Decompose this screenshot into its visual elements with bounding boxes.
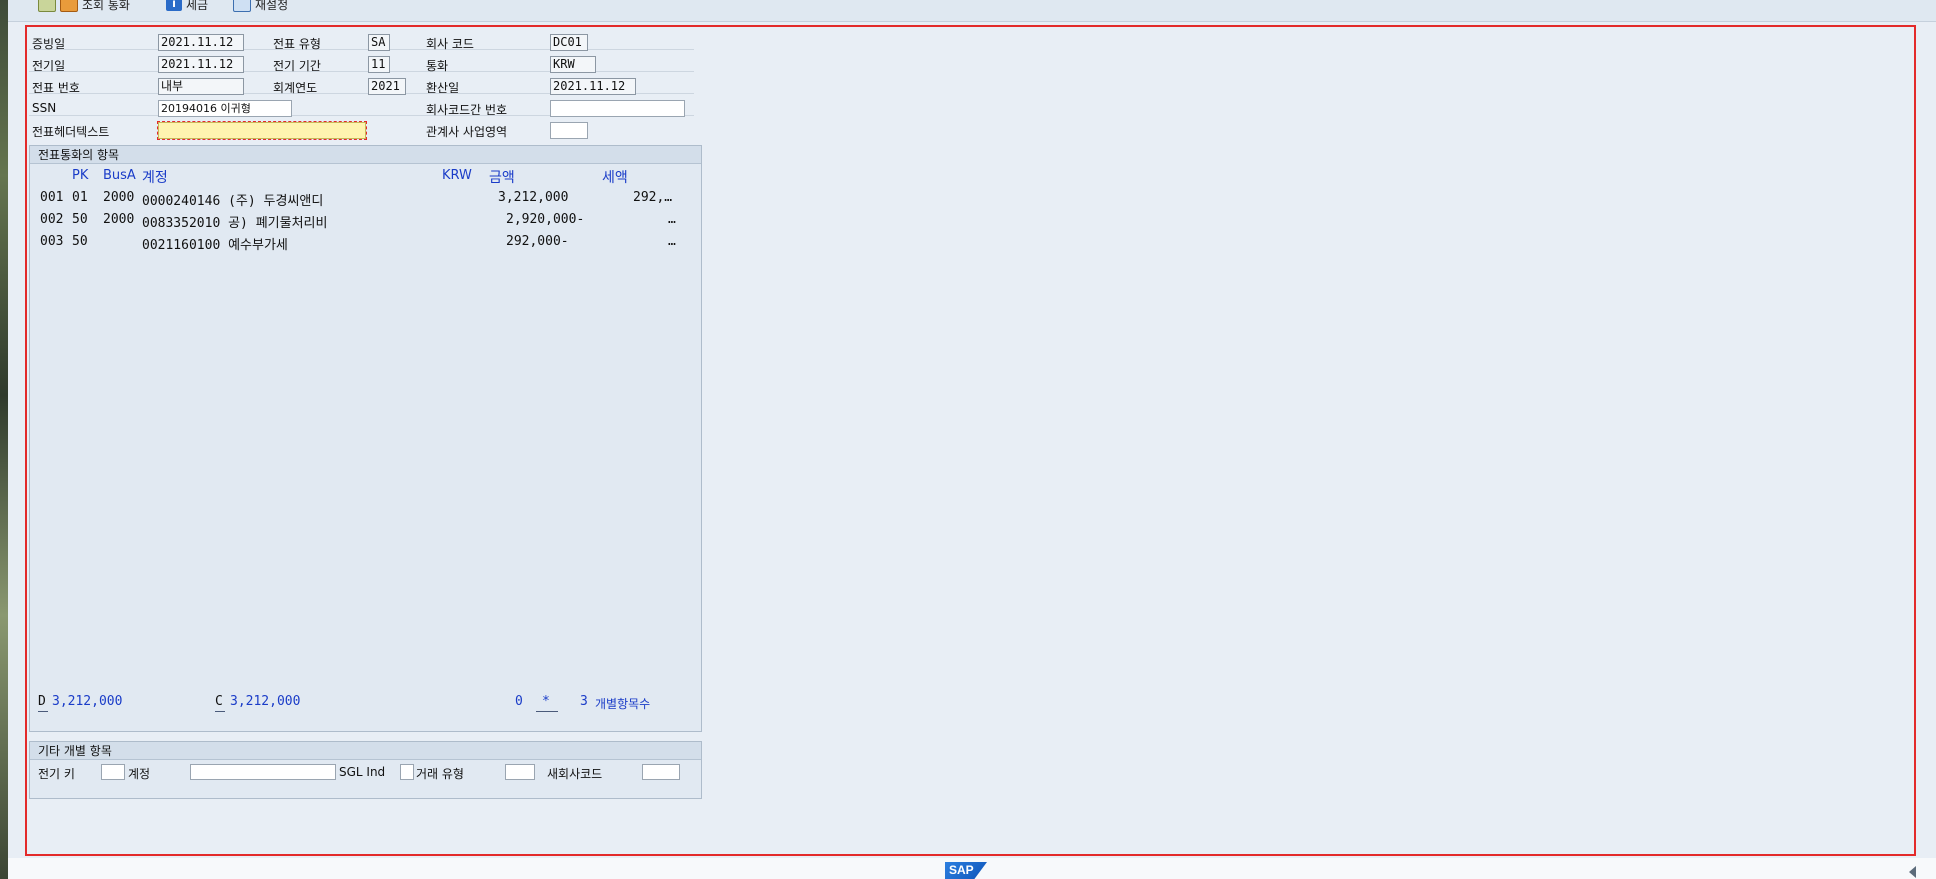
other-items-title: 기타 개별 항목 [30,742,701,760]
period-field[interactable]: 11 [368,56,390,73]
column-pk: PK [72,168,89,183]
query-currency-label: 조회 통화 [82,0,130,12]
item-busa: 2000 [103,190,135,205]
intercompany-label: 회사코드간 번호 [426,103,508,117]
item-tax: … [668,234,676,249]
item-no[interactable]: 001 [40,190,63,205]
row-divider [29,49,694,50]
company-code-field[interactable]: DC01 [550,34,588,51]
tax-label: 세금 [186,0,209,12]
item-count: 3 [580,694,588,709]
item-pk: 50 [72,234,88,249]
trans-type-field[interactable] [505,764,535,780]
main-frame: 증빙일 2021.11.12 전표 유형 SA 회사 코드 DC01 전기일 2… [25,25,1916,856]
partner-ba-label: 관계사 사업영역 [426,125,508,139]
item-amount: 3,212,000 [498,190,569,205]
column-tax: 세액 [602,170,628,186]
background-strip [0,0,8,879]
item-account[interactable]: 0021160100 예수부가세 [142,234,288,253]
item-no[interactable]: 002 [40,212,63,227]
item-amount: 2,920,000- [506,212,585,227]
currency-field[interactable]: KRW [550,56,596,73]
posting-date-field[interactable]: 2021.11.12 [158,56,244,73]
item-busa: 2000 [103,212,135,227]
column-krw: KRW [442,168,472,183]
reset-icon [233,0,251,12]
account-field[interactable] [190,764,336,780]
item-amount: 292,000- [506,234,569,249]
trans-type-label: 거래 유형 [416,767,464,781]
translation-date-field[interactable]: 2021.11.12 [550,78,636,95]
column-busa: BusA [103,168,136,183]
credit-total: 3,212,000 [230,694,301,709]
balance-status: * [542,694,550,709]
credit-label: C [215,694,223,709]
debit-underline [38,711,48,712]
posting-date-label: 전기일 [32,59,66,73]
collapse-icon[interactable] [1909,866,1916,878]
items-group: 전표통화의 항목 PK BusA 계정 KRW 금액 세액 001 01 200… [29,145,702,732]
column-amount: 금액 [489,170,515,186]
fiscal-year-label: 회계연도 [273,81,318,95]
ssn-label: SSN [32,101,57,115]
header-text-field[interactable] [157,121,367,140]
company-code-label: 회사 코드 [426,37,474,51]
doc-number-label: 전표 번호 [32,81,80,95]
intercompany-field[interactable] [550,100,685,117]
debit-label: D [38,694,46,709]
application-toolbar: 조회 통화 i 세금 재설정 [8,0,1936,22]
sgl-label: SGL Ind [339,765,386,779]
item-account[interactable]: 0000240146 (주) 두경씨앤디 [142,190,323,209]
sgl-field[interactable] [400,764,414,780]
item-account[interactable]: 0083352010 공) 폐기물처리비 [142,212,327,231]
translation-date-label: 환산일 [426,81,460,95]
reset-label: 재설정 [255,0,289,12]
item-pk: 01 [72,190,88,205]
currency-icon [60,0,78,12]
new-company-label: 새회사코드 [547,767,603,781]
partner-ba-field[interactable] [550,122,588,139]
item-pk: 50 [72,212,88,227]
new-company-field[interactable] [642,764,680,780]
ssn-field[interactable]: 20194016 이귀형 [158,100,292,117]
doc-type-label: 전표 유형 [273,37,321,51]
doc-number-field[interactable]: 내부 [158,78,244,95]
query-currency-button[interactable]: 조회 통화 [38,0,130,13]
period-label: 전기 기간 [273,59,321,73]
fiscal-year-field[interactable]: 2021 [368,78,406,95]
debit-total: 3,212,000 [52,694,123,709]
reset-button[interactable]: 재설정 [233,0,288,13]
doc-date-field[interactable]: 2021.11.12 [158,34,244,51]
other-items-group: 기타 개별 항목 전기 키 계정 SGL Ind 거래 유형 새회사코드 [29,741,702,799]
info-icon: i [166,0,182,11]
doc-type-field[interactable]: SA [368,34,390,51]
currency-label: 통화 [426,59,449,73]
header-text-label: 전표헤더텍스트 [32,125,110,139]
account-label: 계정 [128,767,151,781]
doc-date-label: 증빙일 [32,37,66,51]
column-account: 계정 [142,170,168,186]
magnifier-icon [38,0,56,12]
credit-underline [215,711,225,712]
item-count-label: 개별항목수 [595,697,651,711]
item-no[interactable]: 003 [40,234,63,249]
item-tax: … [668,212,676,227]
item-tax: 292,… [633,190,673,205]
balance-value: 0 [515,694,523,709]
status-underline [536,711,558,712]
posting-key-field[interactable] [101,764,125,780]
posting-key-label: 전기 키 [38,767,75,781]
tax-button[interactable]: i 세금 [166,0,208,13]
items-group-title: 전표통화의 항목 [30,146,701,164]
